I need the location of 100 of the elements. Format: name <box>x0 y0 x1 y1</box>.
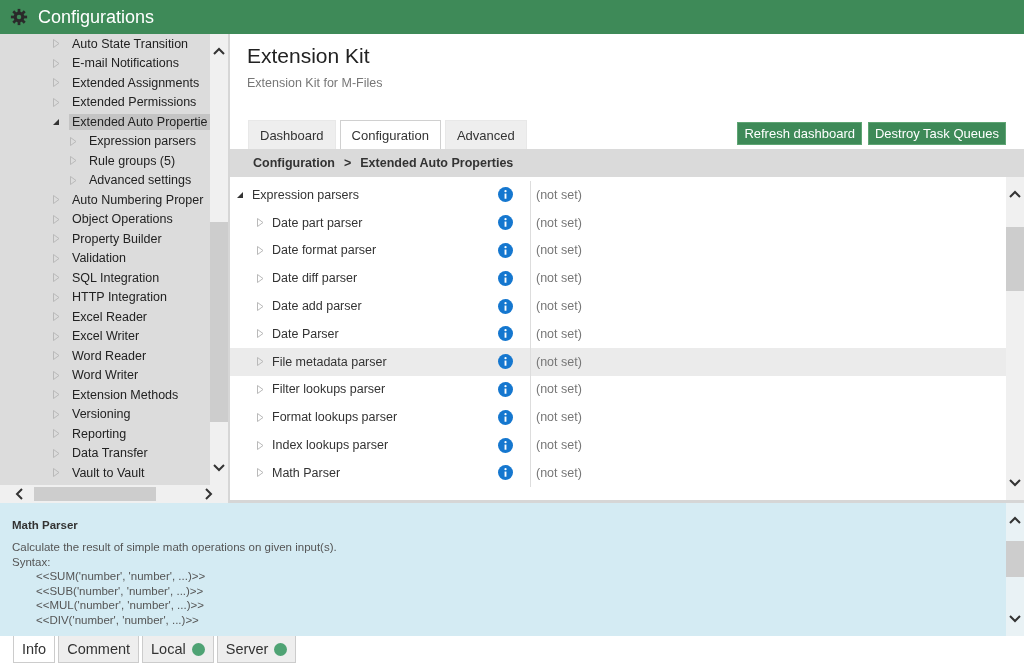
tree-item[interactable]: Data Transfer <box>69 445 151 462</box>
property-row[interactable]: Math Parser (not set) <box>230 458 1006 487</box>
tree-item[interactable]: Extension Methods <box>69 386 182 403</box>
scrollbar-thumb[interactable] <box>1006 227 1024 291</box>
info-icon[interactable] <box>498 187 513 203</box>
tab[interactable]: Configuration <box>339 120 441 149</box>
collapsed-triangle-icon[interactable] <box>52 448 60 458</box>
collapsed-triangle-icon[interactable] <box>256 273 264 283</box>
property-row[interactable]: Date Parser (not set) <box>230 320 1006 348</box>
scrollbar-thumb[interactable] <box>34 487 156 501</box>
tree-item[interactable]: Word Reader <box>69 347 150 364</box>
tree-item[interactable]: Advanced settings <box>86 172 195 189</box>
tree-item[interactable]: Rule groups (5) <box>86 152 179 169</box>
tree-item[interactable]: Auto State Transition <box>69 35 192 52</box>
tab[interactable]: Dashboard <box>248 120 336 149</box>
tree-item[interactable]: Excel Reader <box>69 308 151 325</box>
property-row[interactable]: Expression parsers (not set) <box>230 181 1006 209</box>
info-icon[interactable] <box>498 326 513 342</box>
collapsed-triangle-icon[interactable] <box>256 384 264 394</box>
collapsed-triangle-icon[interactable] <box>52 370 60 380</box>
info-icon[interactable] <box>498 437 513 453</box>
collapsed-triangle-icon[interactable] <box>256 246 264 255</box>
scroll-left-icon[interactable] <box>14 487 24 501</box>
collapsed-triangle-icon[interactable] <box>69 175 77 185</box>
collapsed-triangle-icon[interactable] <box>52 273 60 283</box>
property-row[interactable]: File metadata parser (not set) <box>230 347 1006 376</box>
action-button[interactable]: Destroy Task Queues <box>867 122 1006 145</box>
collapsed-triangle-icon[interactable] <box>52 97 60 107</box>
collapsed-triangle-icon[interactable] <box>52 468 60 478</box>
scroll-up-icon[interactable] <box>1008 189 1022 199</box>
property-row[interactable]: Date diff parser (not set) <box>230 264 1006 293</box>
info-icon[interactable] <box>498 215 513 231</box>
scroll-down-icon[interactable] <box>212 463 226 473</box>
tree-item[interactable]: Object Operations <box>69 211 176 228</box>
collapsed-triangle-icon[interactable] <box>256 301 264 311</box>
tree-item[interactable]: Vault to Vault <box>69 464 148 481</box>
collapsed-triangle-icon[interactable] <box>52 58 60 68</box>
collapsed-triangle-icon[interactable] <box>256 440 264 450</box>
vertical-scrollbar[interactable] <box>1006 177 1024 500</box>
tree-item[interactable]: Extended Permissions <box>69 94 200 111</box>
tree-item[interactable]: Excel Writer <box>69 328 143 345</box>
info-icon[interactable] <box>498 298 513 314</box>
property-row[interactable]: Format lookups parser (not set) <box>230 403 1006 432</box>
expanded-triangle-icon[interactable] <box>52 117 60 126</box>
tree-item[interactable]: Expression parsers <box>86 133 199 150</box>
tree-item[interactable]: Word Writer <box>69 367 142 384</box>
info-icon[interactable] <box>498 409 513 425</box>
collapsed-triangle-icon[interactable] <box>52 78 60 88</box>
collapsed-triangle-icon[interactable] <box>256 329 264 339</box>
collapsed-triangle-icon[interactable] <box>52 253 60 263</box>
collapsed-triangle-icon[interactable] <box>52 214 60 224</box>
tab[interactable]: Advanced <box>444 120 527 149</box>
scrollbar-thumb[interactable] <box>1006 541 1024 577</box>
property-row[interactable]: Index lookups parser (not set) <box>230 431 1006 459</box>
expanded-triangle-icon[interactable] <box>236 190 244 199</box>
tab[interactable]: Comment <box>58 636 140 663</box>
tree-item[interactable]: E-mail Notifications <box>69 55 182 72</box>
tab[interactable]: Server <box>216 636 297 663</box>
tree-item[interactable]: Property Builder <box>69 230 165 247</box>
property-row[interactable]: Filter lookups parser (not set) <box>230 375 1006 404</box>
property-row[interactable]: Date part parser (not set) <box>230 208 1006 237</box>
vertical-scrollbar[interactable] <box>1006 503 1024 636</box>
collapsed-triangle-icon[interactable] <box>256 412 264 422</box>
tree-item[interactable]: Extended Assignments <box>69 74 203 91</box>
collapsed-triangle-icon[interactable] <box>256 468 264 478</box>
collapsed-triangle-icon[interactable] <box>52 195 60 205</box>
info-icon[interactable] <box>498 243 513 258</box>
scroll-down-icon[interactable] <box>1008 478 1022 488</box>
tree-item[interactable]: HTTP Integration <box>69 289 170 306</box>
info-icon[interactable] <box>498 270 513 286</box>
scroll-right-icon[interactable] <box>204 487 214 501</box>
scroll-down-icon[interactable] <box>1008 614 1022 624</box>
scroll-up-icon[interactable] <box>1008 515 1022 525</box>
tree-item[interactable]: Validation <box>69 250 129 267</box>
collapsed-triangle-icon[interactable] <box>52 312 60 322</box>
collapsed-triangle-icon[interactable] <box>52 39 60 49</box>
collapsed-triangle-icon[interactable] <box>52 292 60 302</box>
collapsed-triangle-icon[interactable] <box>52 331 60 341</box>
info-icon[interactable] <box>498 381 513 397</box>
collapsed-triangle-icon[interactable] <box>256 357 264 367</box>
tree-item[interactable]: Reporting <box>69 425 130 442</box>
collapsed-triangle-icon[interactable] <box>52 234 60 244</box>
property-row[interactable]: Date add parser (not set) <box>230 292 1006 320</box>
collapsed-triangle-icon[interactable] <box>69 136 77 146</box>
scroll-up-icon[interactable] <box>212 46 226 56</box>
tree-item[interactable]: Extended Auto Propertie <box>69 113 210 130</box>
property-row[interactable]: Date format parser (not set) <box>230 236 1006 265</box>
scrollbar-thumb[interactable] <box>210 222 228 422</box>
collapsed-triangle-icon[interactable] <box>52 409 60 419</box>
tab[interactable]: Local <box>142 636 214 663</box>
collapsed-triangle-icon[interactable] <box>256 218 264 228</box>
action-button[interactable]: Refresh dashboard <box>737 122 862 145</box>
tab[interactable]: Info <box>13 636 56 663</box>
collapsed-triangle-icon[interactable] <box>52 351 60 361</box>
info-icon[interactable] <box>498 465 513 481</box>
collapsed-triangle-icon[interactable] <box>52 390 60 400</box>
collapsed-triangle-icon[interactable] <box>52 429 60 439</box>
tree-item[interactable]: Versioning <box>69 406 134 423</box>
info-icon[interactable] <box>498 354 513 370</box>
collapsed-triangle-icon[interactable] <box>69 156 77 166</box>
